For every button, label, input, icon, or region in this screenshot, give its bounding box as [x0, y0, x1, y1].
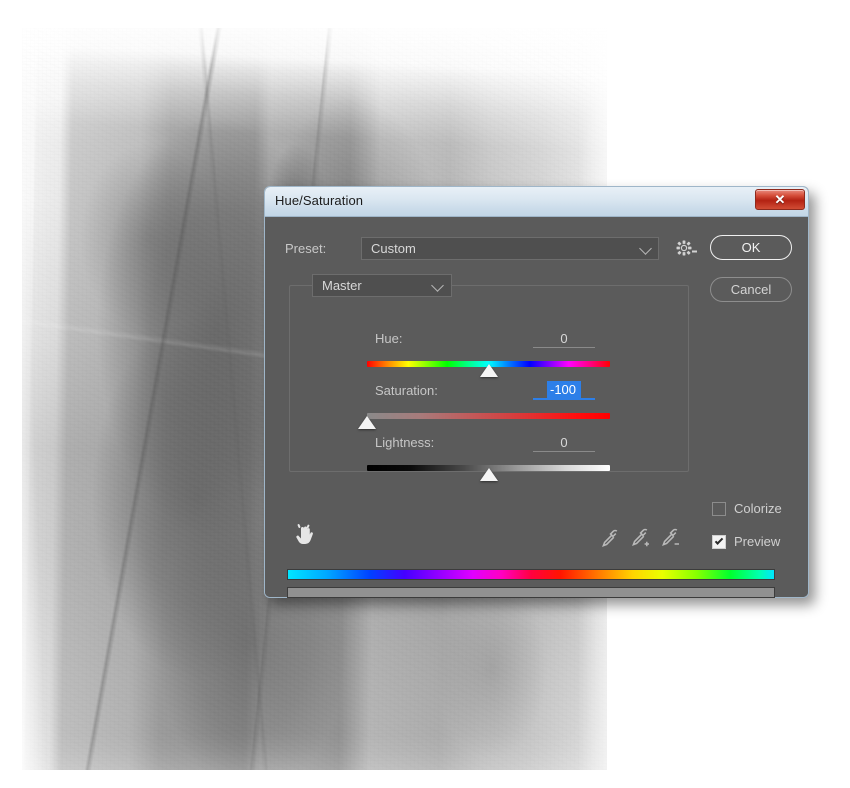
colorize-checkbox-box[interactable]	[712, 501, 726, 516]
lightness-slider-thumb[interactable]	[479, 468, 498, 482]
colorize-label: Colorize	[734, 501, 782, 516]
dialog-title: Hue/Saturation	[275, 193, 364, 208]
hue-label: Hue:	[375, 331, 403, 346]
gear-icon[interactable]	[675, 239, 697, 259]
chevron-down-icon	[431, 279, 444, 292]
hue-saturation-dialog: Hue/Saturation ✕ Preset: Custom OK Cance…	[264, 186, 809, 598]
saturation-label: Saturation:	[375, 383, 438, 398]
ok-button-label: OK	[741, 240, 761, 255]
close-button[interactable]: ✕	[755, 189, 805, 210]
hue-spectrum-source-bar	[287, 569, 775, 580]
lightness-label: Lightness:	[375, 435, 435, 450]
eyedropper-minus-icon[interactable]	[660, 527, 682, 549]
channel-value: Master	[322, 278, 362, 293]
hue-slider-thumb[interactable]	[479, 364, 498, 378]
hue-value-field[interactable]: 0	[533, 329, 595, 348]
checkmark-icon	[714, 535, 724, 545]
saturation-value-field[interactable]: -100	[533, 380, 595, 400]
eyedropper-icon[interactable]	[600, 527, 622, 549]
saturation-slider-track[interactable]	[367, 413, 610, 419]
lightness-value: 0	[560, 434, 568, 450]
hand-pointer-icon[interactable]	[291, 523, 317, 549]
preset-label: Preset:	[285, 241, 327, 256]
dialog-titlebar[interactable]: Hue/Saturation ✕	[265, 187, 808, 217]
preview-checkbox[interactable]: Preview	[712, 534, 792, 549]
channel-select[interactable]: Master	[312, 274, 452, 297]
preview-checkbox-box[interactable]	[712, 534, 726, 549]
close-icon: ✕	[774, 192, 786, 207]
hue-value: 0	[560, 330, 568, 346]
lightness-value-field[interactable]: 0	[533, 433, 595, 452]
preset-select[interactable]: Custom	[361, 237, 659, 260]
cancel-button-label: Cancel	[730, 282, 772, 297]
ok-button[interactable]: OK	[710, 235, 792, 260]
hue-spectrum-result-bar	[287, 587, 775, 598]
screenshot-root: Hue/Saturation ✕ Preset: Custom OK Cance…	[0, 0, 850, 788]
adjustment-groupbox: Master Hue: 0 Saturation: -100 Lightness…	[289, 274, 689, 481]
saturation-slider-thumb[interactable]	[358, 416, 376, 430]
eyedropper-plus-icon[interactable]	[630, 527, 652, 549]
preset-value: Custom	[371, 241, 416, 256]
chevron-down-icon	[639, 242, 652, 255]
cancel-button[interactable]: Cancel	[710, 277, 792, 302]
preview-label: Preview	[734, 534, 781, 549]
colorize-checkbox[interactable]: Colorize	[712, 501, 792, 516]
dialog-body: Preset: Custom OK Cancel Master Hue: 0 S…	[265, 217, 808, 598]
saturation-value: -100	[546, 380, 582, 399]
